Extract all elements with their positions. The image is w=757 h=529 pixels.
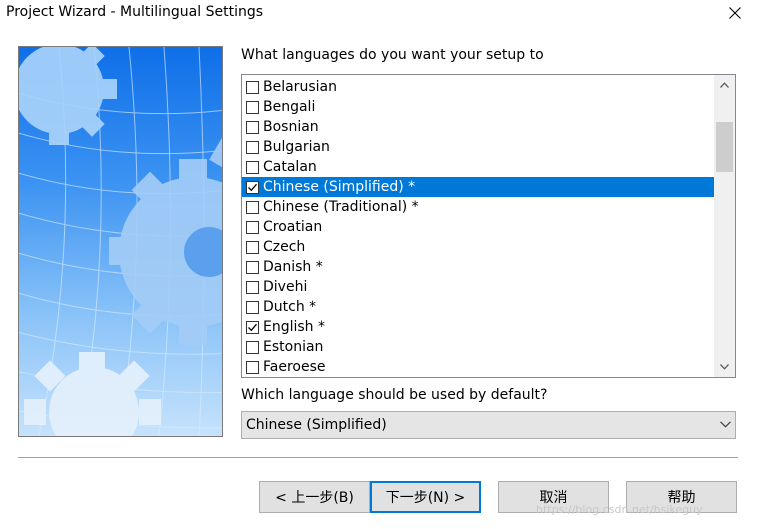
language-label: Faeroese (263, 359, 326, 375)
language-item[interactable]: Czech (242, 237, 714, 257)
language-label: Belarusian (263, 79, 337, 95)
title-bar: Project Wizard - Multilingual Settings (0, 0, 757, 26)
window-title: Project Wizard - Multilingual Settings (6, 4, 264, 20)
language-item[interactable]: Belarusian (242, 77, 714, 97)
language-item[interactable]: Chinese (Simplified) * (242, 177, 714, 197)
languages-prompt: What languages do you want your setup to (241, 47, 544, 63)
chevron-down-icon (720, 421, 731, 428)
gears-illustration-icon (19, 47, 222, 436)
language-checkbox[interactable] (246, 220, 259, 234)
language-checkbox[interactable] (246, 240, 259, 254)
language-label: Czech (263, 239, 306, 255)
vertical-scrollbar[interactable] (714, 75, 735, 377)
close-icon (728, 7, 741, 19)
language-item[interactable]: Croatian (242, 217, 714, 237)
checkmark-icon (248, 183, 257, 191)
checkmark-icon (248, 323, 257, 331)
close-button[interactable] (712, 0, 757, 26)
next-button[interactable]: 下一步(N) > (370, 481, 481, 513)
language-checkbox[interactable] (246, 140, 259, 154)
watermark: https://blog.csdn.net/hsikeguy (536, 503, 703, 516)
scroll-up-button[interactable] (714, 75, 735, 95)
language-checkbox[interactable] (246, 160, 259, 174)
language-label: Divehi (263, 279, 308, 295)
language-item[interactable]: Faeroese (242, 357, 714, 377)
language-checkbox[interactable] (246, 180, 259, 194)
language-checkbox[interactable] (246, 320, 259, 334)
language-label: Chinese (Simplified) * (263, 179, 416, 195)
language-item[interactable]: English * (242, 317, 714, 337)
language-label: Estonian (263, 339, 324, 355)
language-label: Bengali (263, 99, 316, 115)
scroll-thumb[interactable] (716, 122, 733, 172)
language-label: English * (263, 319, 326, 335)
language-item[interactable]: Bengali (242, 97, 714, 117)
language-item[interactable]: Chinese (Traditional) * (242, 197, 714, 217)
language-checkbox[interactable] (246, 360, 259, 374)
language-checkbox[interactable] (246, 120, 259, 134)
wizard-side-image (18, 46, 223, 437)
language-item[interactable]: Dutch * (242, 297, 714, 317)
language-label: Catalan (263, 159, 317, 175)
default-language-value: Chinese (Simplified) (246, 417, 387, 433)
scroll-down-button[interactable] (714, 357, 735, 377)
default-language-select[interactable]: Chinese (Simplified) (241, 411, 736, 439)
language-label: Danish * (263, 259, 323, 275)
language-item[interactable]: Estonian (242, 337, 714, 357)
language-checklist[interactable]: Belarusian Bengali Bosnian Bulgarian Catalan… (241, 74, 736, 378)
language-checkbox[interactable] (246, 80, 259, 94)
chevron-down-icon (720, 364, 729, 370)
language-checkbox[interactable] (246, 100, 259, 114)
language-item[interactable]: Catalan (242, 157, 714, 177)
language-item[interactable]: Danish * (242, 257, 714, 277)
language-item[interactable]: Divehi (242, 277, 714, 297)
language-checkbox[interactable] (246, 200, 259, 214)
language-label: Bosnian (263, 119, 319, 135)
default-language-prompt: Which language should be used by default… (241, 387, 548, 403)
language-item[interactable]: Bulgarian (242, 137, 714, 157)
back-button[interactable]: < 上一步(B) (259, 481, 370, 513)
language-checkbox[interactable] (246, 300, 259, 314)
language-label: Bulgarian (263, 139, 330, 155)
language-label: Dutch * (263, 299, 317, 315)
separator (18, 457, 738, 459)
language-checkbox[interactable] (246, 280, 259, 294)
language-label: Croatian (263, 219, 323, 235)
language-label: Chinese (Traditional) * (263, 199, 419, 215)
chevron-up-icon (720, 82, 729, 88)
language-item[interactable]: Bosnian (242, 117, 714, 137)
language-checkbox[interactable] (246, 260, 259, 274)
language-checkbox[interactable] (246, 340, 259, 354)
